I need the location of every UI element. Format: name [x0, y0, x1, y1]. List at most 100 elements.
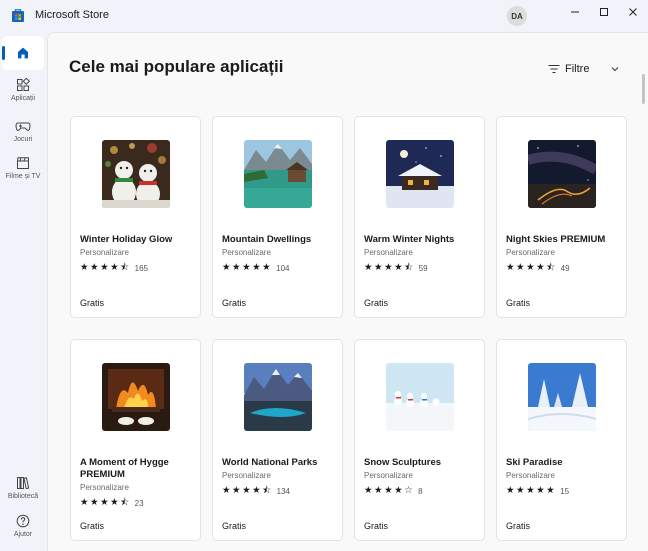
title-bar: Microsoft Store DA	[0, 0, 648, 32]
rating-stars: ★ ★ ★ ★ ⯪ 23	[80, 498, 144, 508]
app-name: Mountain Dwellings	[222, 234, 312, 245]
main-content: Cele mai populare aplicații Filtre Winte…	[47, 32, 648, 551]
library-icon	[17, 477, 30, 490]
rating-count: 15	[560, 486, 570, 496]
apps-icon	[17, 78, 30, 91]
star-full-icon: ★	[100, 497, 109, 508]
app-card[interactable]: Warm Winter Nights Personalizare ★ ★ ★ ★ ⯪ 5…	[354, 116, 485, 318]
app-card[interactable]: Ski Paradise Personalizare ★ ★ ★ ★ ★ 15 Grat…	[496, 339, 627, 541]
scrollbar-thumb[interactable]	[642, 74, 645, 104]
sidebar-item-library[interactable]: Bibliotecă	[2, 476, 44, 500]
star-full-icon: ★	[526, 485, 535, 496]
star-half-icon: ⯪	[546, 262, 556, 273]
sidebar-item-apps[interactable]: Aplicații	[2, 78, 44, 102]
app-card[interactable]: Winter Holiday Glow Personalizare ★ ★ ★ ★ ⯪ …	[70, 116, 201, 318]
close-icon	[629, 8, 637, 16]
star-full-icon: ★	[232, 262, 241, 273]
app-name: A Moment of Hygge PREMIUM	[80, 457, 169, 480]
app-price: Gratis	[506, 521, 531, 531]
clapper-icon	[17, 157, 29, 169]
star-full-icon: ★	[516, 485, 525, 496]
rating-stars: ★ ★ ★ ★ ⯪ 59	[364, 263, 428, 273]
star-half-icon: ⯪	[120, 262, 130, 273]
maximize-button[interactable]	[589, 0, 619, 24]
app-thumbnail	[386, 140, 454, 208]
app-category: Personalizare	[506, 248, 555, 257]
user-avatar[interactable]: DA	[507, 6, 527, 26]
app-card[interactable]: Night Skies PREMIUM Personalizare ★ ★ ★ ★ ⯪ …	[496, 116, 627, 318]
star-full-icon: ★	[222, 262, 231, 273]
star-full-icon: ★	[252, 262, 261, 273]
star-half-icon: ⯪	[120, 497, 130, 508]
star-full-icon: ★	[536, 262, 545, 273]
star-full-icon: ★	[506, 485, 515, 496]
rating-stars: ★ ★ ★ ★ ⯪ 49	[506, 263, 570, 273]
app-thumbnail	[102, 363, 170, 431]
rating-count: 8	[418, 486, 423, 496]
app-card[interactable]: World National Parks Personalizare ★ ★ ★ ★ ⯪…	[212, 339, 343, 541]
rating-count: 49	[560, 263, 570, 273]
sidebar-item-label: Bibliotecă	[7, 493, 39, 500]
app-price: Gratis	[364, 521, 389, 531]
sidebar-item-home[interactable]	[2, 36, 44, 70]
sidebar-item-label: Ajutor	[13, 531, 33, 538]
sidebar-item-movies[interactable]: Filme și TV	[2, 156, 44, 180]
filter-icon	[548, 65, 560, 73]
sidebar-item-label: Aplicații	[10, 95, 36, 102]
store-logo-icon	[12, 9, 24, 22]
star-full-icon: ★	[374, 262, 383, 273]
star-full-icon: ★	[394, 485, 403, 496]
star-full-icon: ★	[90, 497, 99, 508]
app-category: Personalizare	[222, 248, 271, 257]
star-full-icon: ★	[384, 262, 393, 273]
rating-stars: ★ ★ ★ ★ ★ 104	[222, 263, 290, 273]
app-price: Gratis	[222, 521, 247, 531]
rating-count: 165	[134, 263, 148, 273]
rating-count: 59	[418, 263, 428, 273]
app-category: Personalizare	[506, 471, 555, 480]
home-icon	[18, 47, 28, 59]
app-category: Personalizare	[80, 483, 129, 492]
selection-indicator	[2, 46, 5, 60]
app-card[interactable]: A Moment of Hygge PREMIUM Personalizare …	[70, 339, 201, 541]
sidebar-item-games[interactable]: Jocuri	[2, 119, 44, 143]
star-full-icon: ★	[80, 497, 89, 508]
page-title: Cele mai populare aplicații	[69, 57, 284, 76]
app-name: Night Skies PREMIUM	[506, 234, 606, 245]
app-category: Personalizare	[222, 471, 271, 480]
rating-stars: ★ ★ ★ ★ ☆ 8	[364, 486, 423, 496]
sidebar-item-help[interactable]: Ajutor	[2, 514, 44, 538]
app-name: Snow Sculptures	[364, 457, 442, 468]
app-name: World National Parks	[222, 457, 318, 468]
app-price: Gratis	[80, 298, 105, 308]
rating-stars: ★ ★ ★ ★ ★ 15	[506, 486, 569, 496]
app-thumbnail	[244, 363, 312, 431]
app-price: Gratis	[80, 521, 105, 531]
gamepad-icon	[15, 122, 31, 131]
sidebar-item-label: Filme și TV	[5, 173, 41, 180]
app-card[interactable]: Snow Sculptures Personalizare ★ ★ ★ ★ ☆ 8 Gr…	[354, 339, 485, 541]
close-button[interactable]	[618, 0, 648, 24]
star-full-icon: ★	[262, 262, 271, 273]
rating-stars: ★ ★ ★ ★ ⯪ 134	[222, 486, 290, 496]
app-card[interactable]: Mountain Dwellings Personalizare ★ ★ ★ ★ ★ 1…	[212, 116, 343, 318]
rating-count: 134	[276, 486, 290, 496]
star-half-icon: ⯪	[404, 262, 414, 273]
app-thumbnail	[528, 140, 596, 208]
star-full-icon: ★	[110, 262, 119, 273]
star-empty-icon: ☆	[404, 485, 413, 496]
maximize-icon	[600, 8, 608, 16]
filter-button[interactable]: Filtre	[548, 63, 619, 75]
star-half-icon: ⯪	[262, 485, 272, 496]
star-full-icon: ★	[242, 262, 251, 273]
star-full-icon: ★	[516, 262, 525, 273]
minimize-button[interactable]	[560, 0, 590, 24]
app-price: Gratis	[506, 298, 531, 308]
star-full-icon: ★	[546, 485, 555, 496]
app-price: Gratis	[222, 298, 247, 308]
star-full-icon: ★	[536, 485, 545, 496]
star-full-icon: ★	[384, 485, 393, 496]
sidebar-item-label: Jocuri	[13, 136, 33, 143]
app-name: Warm Winter Nights	[364, 234, 455, 245]
star-full-icon: ★	[364, 262, 373, 273]
